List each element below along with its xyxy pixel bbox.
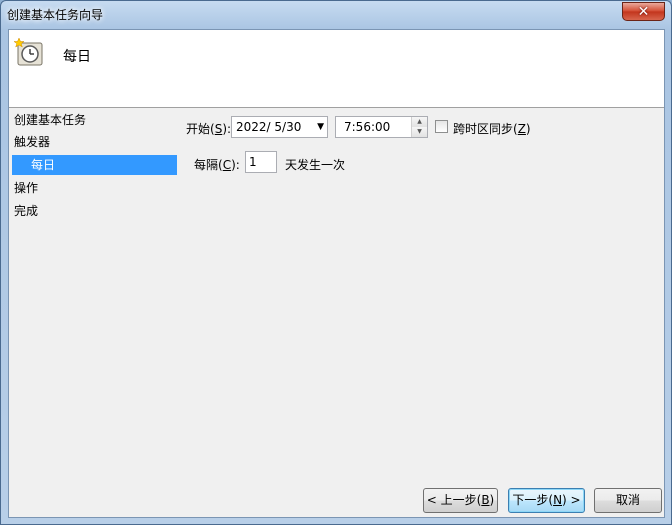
back-button-accesskey: B <box>481 493 490 507</box>
nav-step-finish[interactable]: 完成 <box>14 201 177 221</box>
back-button-text: < 上一步( <box>426 493 482 507</box>
wizard-window: 创建基本任务向导 ✕ 每日 创建基本任务 触发器 每日 操作 完成 开始(S): <box>0 0 672 525</box>
next-button-accesskey: N <box>553 493 563 507</box>
nav-step-daily[interactable]: 每日 <box>12 155 177 175</box>
next-button-suffix: ) > <box>562 493 581 507</box>
start-date-value: 2022/ 5/30 <box>236 120 302 134</box>
wizard-step-nav: 创建基本任务 触发器 每日 操作 完成 <box>11 110 177 470</box>
nav-step-label: 创建基本任务 <box>14 113 87 127</box>
close-button[interactable]: ✕ <box>622 2 665 21</box>
nav-step-create-basic-task[interactable]: 创建基本任务 <box>14 110 177 130</box>
start-label-suffix: ): <box>222 122 232 136</box>
every-label-text: 每隔( <box>194 158 223 172</box>
title-bar[interactable]: 创建基本任务向导 ✕ <box>1 1 671 27</box>
cancel-button-label: 取消 <box>615 493 640 507</box>
nav-step-action[interactable]: 操作 <box>14 178 177 198</box>
time-spinner[interactable]: ▲ ▼ <box>411 117 427 137</box>
recur-days-value: 1 <box>249 155 257 169</box>
scheduled-task-clock-icon <box>13 37 43 66</box>
close-icon: ✕ <box>637 3 650 20</box>
nav-step-label: 触发器 <box>14 135 51 149</box>
next-button[interactable]: 下一步(N) > <box>508 488 585 513</box>
spin-down-icon[interactable]: ▼ <box>412 127 427 137</box>
wizard-client-area: 每日 创建基本任务 触发器 每日 操作 完成 开始(S): 2022/ 5/30… <box>8 29 665 518</box>
every-label-suffix: ): <box>231 158 240 172</box>
recur-every-label: 每隔(C): <box>194 156 240 173</box>
sync-timezone-label[interactable]: 跨时区同步(Z) <box>453 120 531 137</box>
start-label-text: 开始( <box>186 122 215 136</box>
cancel-button[interactable]: 取消 <box>594 488 662 513</box>
recur-unit-label: 天发生一次 <box>285 158 346 172</box>
spin-up-icon[interactable]: ▲ <box>412 117 427 127</box>
recur-days-input[interactable]: 1 <box>245 151 277 173</box>
sync-label-accesskey: Z <box>517 122 526 136</box>
start-date-picker[interactable]: 2022/ 5/30 ▼ <box>231 116 328 138</box>
page-title: 每日 <box>63 49 91 65</box>
start-label: 开始(S): <box>186 120 231 137</box>
back-button[interactable]: < 上一步(B) <box>423 488 498 513</box>
sync-timezone-checkbox[interactable] <box>435 120 448 133</box>
nav-step-label: 完成 <box>14 204 39 218</box>
start-time-value: 7:56:00 <box>344 120 391 134</box>
next-button-text: 下一步( <box>512 493 554 507</box>
nav-step-label: 操作 <box>14 181 39 195</box>
chevron-down-icon[interactable]: ▼ <box>317 117 324 137</box>
window-title: 创建基本任务向导 <box>7 8 104 22</box>
wizard-header: 每日 <box>9 30 664 108</box>
nav-step-trigger[interactable]: 触发器 <box>14 132 177 152</box>
nav-step-label: 每日 <box>31 158 56 172</box>
sync-label-text: 跨时区同步( <box>453 122 518 136</box>
sync-label-suffix: ) <box>525 122 531 136</box>
every-label-accesskey: C <box>222 158 232 172</box>
back-button-suffix: ) <box>489 493 495 507</box>
